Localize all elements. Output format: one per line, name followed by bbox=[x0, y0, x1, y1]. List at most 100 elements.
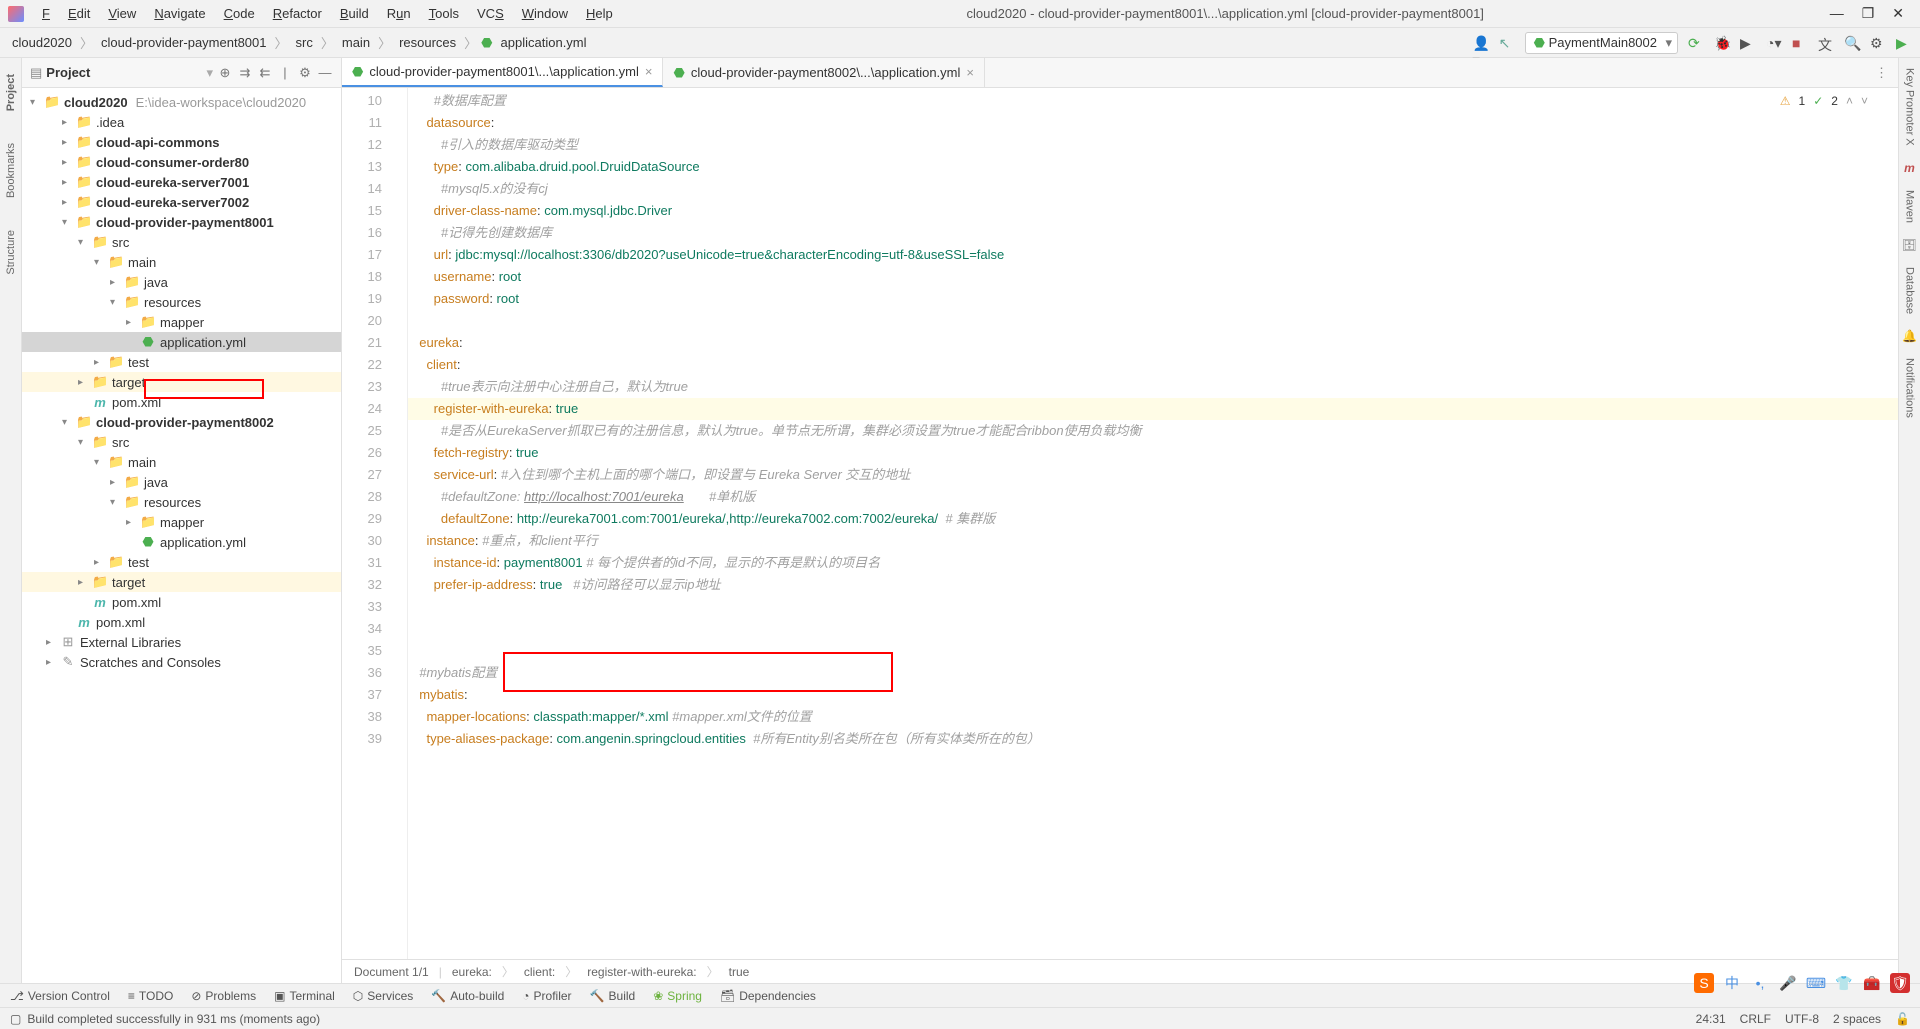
code-line[interactable]: #是否从EurekaServer抓取已有的注册信息，默认为true。单节点无所谓… bbox=[408, 420, 1898, 442]
tree-item[interactable]: mpom.xml bbox=[22, 612, 341, 632]
menu-build[interactable]: Build bbox=[332, 4, 377, 23]
tree-item[interactable]: ▸📁test bbox=[22, 352, 341, 372]
menu-run[interactable]: Run bbox=[379, 4, 419, 23]
minimize-icon[interactable]: — bbox=[1830, 5, 1844, 22]
tool-version-control[interactable]: ⎇ Version Control bbox=[10, 989, 110, 1003]
shield-icon[interactable]: 🛡 bbox=[1890, 973, 1910, 993]
tab-close-icon[interactable]: × bbox=[966, 65, 974, 80]
code-line[interactable]: url: jdbc:mysql://localhost:3306/db2020?… bbox=[408, 244, 1898, 266]
crumb-main[interactable]: main bbox=[338, 33, 374, 52]
code-line[interactable]: username: root bbox=[408, 266, 1898, 288]
debug-icon[interactable]: 🐞 bbox=[1714, 35, 1730, 51]
menu-refactor[interactable]: Refactor bbox=[265, 4, 330, 23]
code-line[interactable] bbox=[408, 640, 1898, 662]
tree-item[interactable]: ▸📁cloud-consumer-order80 bbox=[22, 152, 341, 172]
status-encoding[interactable]: UTF-8 bbox=[1785, 1012, 1819, 1026]
editor-inspection-badges[interactable]: ⚠1 ✓2 ˄ ˅ bbox=[1780, 94, 1868, 108]
code-line[interactable]: defaultZone: http://eureka7001.com:7001/… bbox=[408, 508, 1898, 530]
mic-icon[interactable]: 🎤 bbox=[1778, 973, 1798, 993]
tree-item[interactable]: ▸📁test bbox=[22, 552, 341, 572]
shirt-icon[interactable]: 👕 bbox=[1834, 973, 1854, 993]
editor-tab[interactable]: ⬣cloud-provider-payment8001\...\applicat… bbox=[342, 58, 663, 87]
bc-1[interactable]: client: bbox=[524, 965, 555, 979]
tool-build[interactable]: 🔨 Build bbox=[590, 989, 636, 1003]
code-line[interactable]: type: com.alibaba.druid.pool.DruidDataSo… bbox=[408, 156, 1898, 178]
code-line[interactable]: mapper-locations: classpath:mapper/*.xml… bbox=[408, 706, 1898, 728]
code-line[interactable]: instance-id: payment8001 # 每个提供者的id不同，显示… bbox=[408, 552, 1898, 574]
menu-tools[interactable]: Tools bbox=[421, 4, 467, 23]
keyboard-icon[interactable]: ⌨ bbox=[1806, 973, 1826, 993]
code-line[interactable]: #数据库配置 bbox=[408, 90, 1898, 112]
play-icon[interactable]: ▶ bbox=[1896, 35, 1912, 51]
code-line[interactable] bbox=[408, 596, 1898, 618]
code-line[interactable]: prefer-ip-address: true #访问路径可以显示ip地址 bbox=[408, 574, 1898, 596]
tool-problems[interactable]: ⊘ Problems bbox=[191, 989, 256, 1003]
status-readonly-icon[interactable]: 🔓 bbox=[1895, 1012, 1910, 1026]
tree-item[interactable]: ▸✎Scratches and Consoles bbox=[22, 652, 341, 672]
tool-terminal[interactable]: ▣ Terminal bbox=[274, 989, 335, 1003]
translate-icon[interactable]: 文A bbox=[1818, 35, 1834, 51]
code-line[interactable]: instance: #重点，和client平行 bbox=[408, 530, 1898, 552]
tree-item[interactable]: ▾📁src bbox=[22, 432, 341, 452]
code-line[interactable]: #mybatis配置 bbox=[408, 662, 1898, 684]
bc-0[interactable]: eureka: bbox=[452, 965, 492, 979]
code-line[interactable]: register-with-eureka: true bbox=[408, 398, 1898, 420]
tree-item[interactable]: ▾📁resources bbox=[22, 292, 341, 312]
code-line[interactable]: #mysql5.x的没有cj bbox=[408, 178, 1898, 200]
menu-view[interactable]: View bbox=[100, 4, 144, 23]
tool-dependencies[interactable]: 🗃 Dependencies bbox=[720, 989, 816, 1003]
menu-navigate[interactable]: Navigate bbox=[146, 4, 213, 23]
bc-3[interactable]: true bbox=[729, 965, 750, 979]
tree-item[interactable]: ▸📁target bbox=[22, 372, 341, 392]
menu-file[interactable]: F bbox=[34, 4, 58, 23]
bell-icon[interactable]: 🔔 bbox=[1902, 329, 1917, 343]
expand-all-icon[interactable]: ⇉ bbox=[237, 65, 253, 81]
tree-item[interactable]: ⬣application.yml bbox=[22, 532, 341, 552]
tree-item[interactable]: ▸📁cloud-eureka-server7001 bbox=[22, 172, 341, 192]
code-line[interactable]: driver-class-name: com.mysql.jdbc.Driver bbox=[408, 200, 1898, 222]
code-line[interactable]: #true表示向注册中心注册自己，默认为true bbox=[408, 376, 1898, 398]
punct-icon[interactable]: •, bbox=[1750, 973, 1770, 993]
database-icon[interactable]: 🗄 bbox=[1902, 238, 1917, 252]
editor-tab[interactable]: ⬣cloud-provider-payment8002\...\applicat… bbox=[663, 58, 984, 87]
right-tab-database[interactable]: Database bbox=[1904, 267, 1916, 314]
tool-todo[interactable]: ≡ TODO bbox=[128, 989, 173, 1003]
next-highlight-icon[interactable]: ˅ bbox=[1861, 94, 1868, 108]
tab-close-icon[interactable]: × bbox=[645, 64, 653, 79]
lang-icon[interactable]: 中 bbox=[1722, 973, 1742, 993]
tree-item[interactable]: ▸📁target bbox=[22, 572, 341, 592]
menu-vcs[interactable]: VCS bbox=[469, 4, 512, 23]
project-tree[interactable]: ▾📁cloud2020E:\idea-workspace\cloud2020▸📁… bbox=[22, 88, 341, 983]
menu-help[interactable]: Help bbox=[578, 4, 621, 23]
menu-window[interactable]: Window bbox=[514, 4, 576, 23]
tree-item[interactable]: ▸📁cloud-api-commons bbox=[22, 132, 341, 152]
fold-gutter[interactable] bbox=[392, 88, 408, 959]
tree-item[interactable]: ▸📁.idea bbox=[22, 112, 341, 132]
code-line[interactable] bbox=[408, 618, 1898, 640]
user-icon[interactable]: 👤▾ bbox=[1473, 35, 1489, 51]
bc-2[interactable]: register-with-eureka: bbox=[587, 965, 696, 979]
coverage-icon[interactable]: ▶ bbox=[1740, 35, 1756, 51]
settings-icon[interactable]: ⚙ bbox=[297, 65, 313, 81]
status-eol[interactable]: CRLF bbox=[1740, 1012, 1771, 1026]
right-tab-notifications[interactable]: Notifications bbox=[1904, 358, 1916, 418]
run-config-combo[interactable]: ⬣ PaymentMain8002 bbox=[1525, 32, 1678, 54]
tool-services[interactable]: ⬡ Services bbox=[353, 989, 414, 1003]
status-indent[interactable]: 2 spaces bbox=[1833, 1012, 1881, 1026]
code-line[interactable]: fetch-registry: true bbox=[408, 442, 1898, 464]
tree-item[interactable]: ▸📁java bbox=[22, 472, 341, 492]
hide-icon[interactable]: — bbox=[317, 65, 333, 80]
code-line[interactable]: service-url: #入住到哪个主机上面的哪个端口，即设置与 Eureka… bbox=[408, 464, 1898, 486]
tree-item[interactable]: ▾📁main bbox=[22, 252, 341, 272]
code-line[interactable]: client: bbox=[408, 354, 1898, 376]
collapse-all-icon[interactable]: ⇇ bbox=[257, 65, 273, 81]
sogou-icon[interactable]: S bbox=[1694, 973, 1714, 993]
tree-item[interactable]: ⬣application.yml bbox=[22, 332, 341, 352]
crumb-res[interactable]: resources bbox=[395, 33, 460, 52]
code-area[interactable]: #数据库配置 datasource: #引入的数据库驱动类型 type: com… bbox=[408, 88, 1898, 959]
menu-edit[interactable]: Edit bbox=[60, 4, 98, 23]
close-icon[interactable]: ✕ bbox=[1892, 5, 1904, 22]
tree-root[interactable]: ▾📁cloud2020E:\idea-workspace\cloud2020 bbox=[22, 92, 341, 112]
maven-icon[interactable]: m bbox=[1904, 161, 1915, 175]
search-icon[interactable]: 🔍 bbox=[1844, 35, 1860, 51]
